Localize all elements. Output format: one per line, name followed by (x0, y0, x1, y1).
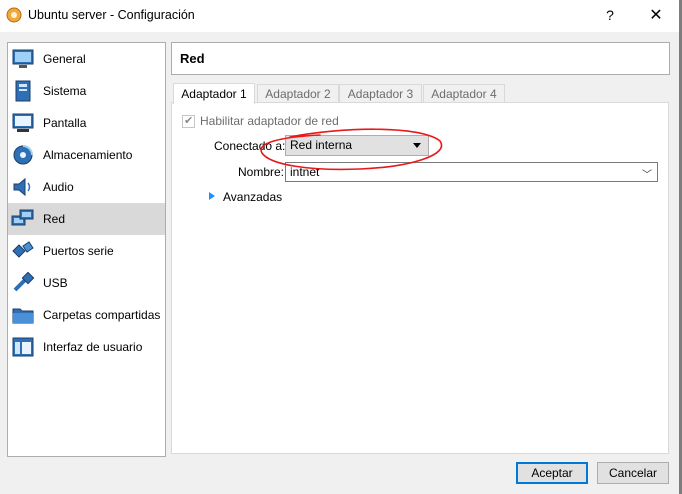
enable-adapter-checkbox[interactable]: ✔ (182, 115, 195, 128)
connected-to-label: Conectado a: (214, 139, 286, 153)
window-title: Ubuntu server - Configuración (28, 8, 195, 22)
sidebar-item-label: Sistema (43, 84, 87, 98)
virtualbox-app-icon (6, 7, 22, 23)
cancel-button[interactable]: Cancelar (597, 462, 669, 484)
adapter-tabs: Adaptador 1 Adaptador 2 Adaptador 3 Adap… (171, 83, 669, 104)
sidebar-item-label: Almacenamiento (43, 148, 133, 162)
settings-window: Ubuntu server - Configuración ? ✕ Genera… (0, 0, 682, 494)
sidebar-item-puertos-serie[interactable]: Puertos serie (8, 235, 165, 267)
title-bar: Ubuntu server - Configuración ? ✕ (0, 0, 682, 32)
enable-adapter-label: Habilitar adaptador de red (200, 114, 339, 128)
system-icon (15, 80, 31, 102)
sidebar-item-label: Puertos serie (43, 244, 114, 258)
chevron-down-icon[interactable]: ﹀ (642, 166, 652, 181)
storage-icon (13, 145, 33, 165)
network-icon (11, 209, 34, 226)
sidebar-item-label: General (43, 52, 86, 66)
tab-adaptador-3[interactable]: Adaptador 3 (339, 84, 422, 104)
sidebar-item-almacenamiento[interactable]: Almacenamiento (8, 139, 165, 171)
general-icon (12, 49, 34, 68)
help-button[interactable]: ? (600, 7, 620, 25)
serial-ports-icon (12, 241, 34, 258)
tab-adaptador-4[interactable]: Adaptador 4 (423, 84, 505, 104)
name-label: Nombre: (238, 165, 285, 179)
adapter-tab-panel: ✔ Habilitar adaptador de red Conectado a… (171, 102, 669, 454)
page-title: Red (180, 51, 205, 66)
sidebar-item-audio[interactable]: Audio (8, 171, 165, 203)
advanced-label: Avanzadas (223, 190, 283, 204)
sidebar-item-carpetas-compartidas[interactable]: Carpetas compartidas (8, 299, 165, 331)
section-header: Red (171, 42, 670, 75)
sidebar-item-label: Audio (43, 180, 74, 194)
sidebar-item-label: Pantalla (43, 116, 87, 130)
network-name-value: intnet (290, 165, 320, 179)
usb-icon (13, 272, 35, 292)
sidebar-item-general[interactable]: General (8, 43, 165, 75)
connected-to-value: Red interna (290, 138, 353, 152)
tab-adaptador-1[interactable]: Adaptador 1 (173, 83, 255, 104)
accept-button[interactable]: Aceptar (516, 462, 588, 484)
shared-folders-icon (12, 308, 34, 324)
audio-icon (13, 177, 31, 197)
user-interface-icon (12, 337, 34, 357)
settings-sidebar: General Sistema Pantalla Almacenamiento … (7, 42, 166, 457)
close-button[interactable]: ✕ (646, 5, 666, 25)
expand-arrow-icon (209, 192, 215, 200)
sidebar-item-label: Interfaz de usuario (43, 340, 143, 354)
sidebar-item-sistema[interactable]: Sistema (8, 75, 165, 107)
sidebar-item-pantalla[interactable]: Pantalla (8, 107, 165, 139)
checkmark-icon: ✔ (184, 115, 194, 127)
connected-to-dropdown[interactable]: Red interna (285, 135, 429, 156)
display-icon (12, 113, 34, 132)
sidebar-item-label: USB (43, 276, 68, 290)
network-name-combobox[interactable]: intnet ﹀ (285, 162, 658, 182)
tab-adaptador-2[interactable]: Adaptador 2 (257, 84, 339, 104)
dropdown-arrow-icon (413, 143, 421, 148)
sidebar-item-label: Carpetas compartidas (43, 308, 161, 322)
sidebar-item-interfaz-de-usuario[interactable]: Interfaz de usuario (8, 331, 165, 363)
sidebar-item-label: Red (43, 212, 66, 226)
sidebar-item-red[interactable]: Red (8, 203, 165, 235)
sidebar-item-usb[interactable]: USB (8, 267, 165, 299)
